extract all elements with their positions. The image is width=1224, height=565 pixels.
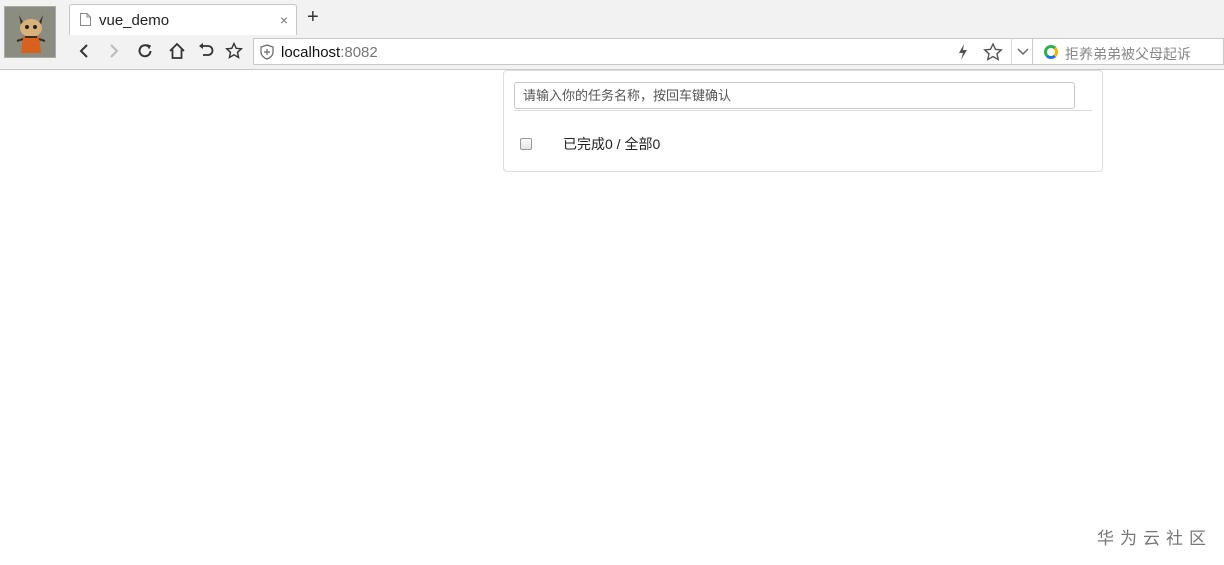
user-avatar[interactable] [4,6,56,58]
all-label: 全部 [624,136,653,152]
browser-chrome: vue_demo × + localhost:8082 拒养弟弟被父母起诉 [0,0,1224,70]
reload-icon[interactable] [133,39,157,63]
todo-container: 已完成0 / 全部0 [503,70,1103,172]
new-tab-button[interactable]: + [307,7,319,27]
address-bar[interactable]: localhost:8082 [253,38,1033,65]
url-host: localhost [281,44,341,61]
tab-close-icon[interactable]: × [280,13,288,27]
divider [514,110,1092,111]
search-hint: 拒养弟弟被父母起诉 [1065,46,1191,62]
done-label: 已完成 [563,136,605,152]
browser-toolbar: localhost:8082 拒养弟弟被父母起诉 [60,35,1224,69]
home-icon[interactable] [165,39,189,63]
completion-status: 已完成0 / 全部0 [563,134,660,154]
all-count: 0 [652,136,661,152]
task-name-input[interactable] [514,82,1075,109]
select-all-checkbox[interactable] [520,138,532,150]
todo-footer: 已完成0 / 全部0 [514,131,1092,155]
bookmark-star-icon[interactable] [222,39,246,63]
tab-title: vue_demo [99,12,170,29]
back-icon[interactable] [72,39,96,63]
favorite-star-icon[interactable] [983,42,1003,66]
status-separator: / [612,136,625,152]
search-engine-icon [1044,45,1058,59]
tab-strip: vue_demo × + [60,0,1224,35]
forward-icon[interactable] [102,39,126,63]
tab-vue-demo[interactable]: vue_demo × [69,4,297,35]
page-icon [80,13,91,26]
watermark: 华为云社区 [1097,529,1212,548]
search-box[interactable]: 拒养弟弟被父母起诉 [1033,38,1224,65]
undo-icon[interactable] [194,39,218,63]
url-text: localhost:8082 [281,44,378,61]
done-count: 0 [605,136,613,152]
shield-icon [260,44,274,60]
chevron-down-icon[interactable] [1011,39,1033,64]
lightning-icon[interactable] [957,43,969,66]
url-port: :8082 [340,44,378,61]
